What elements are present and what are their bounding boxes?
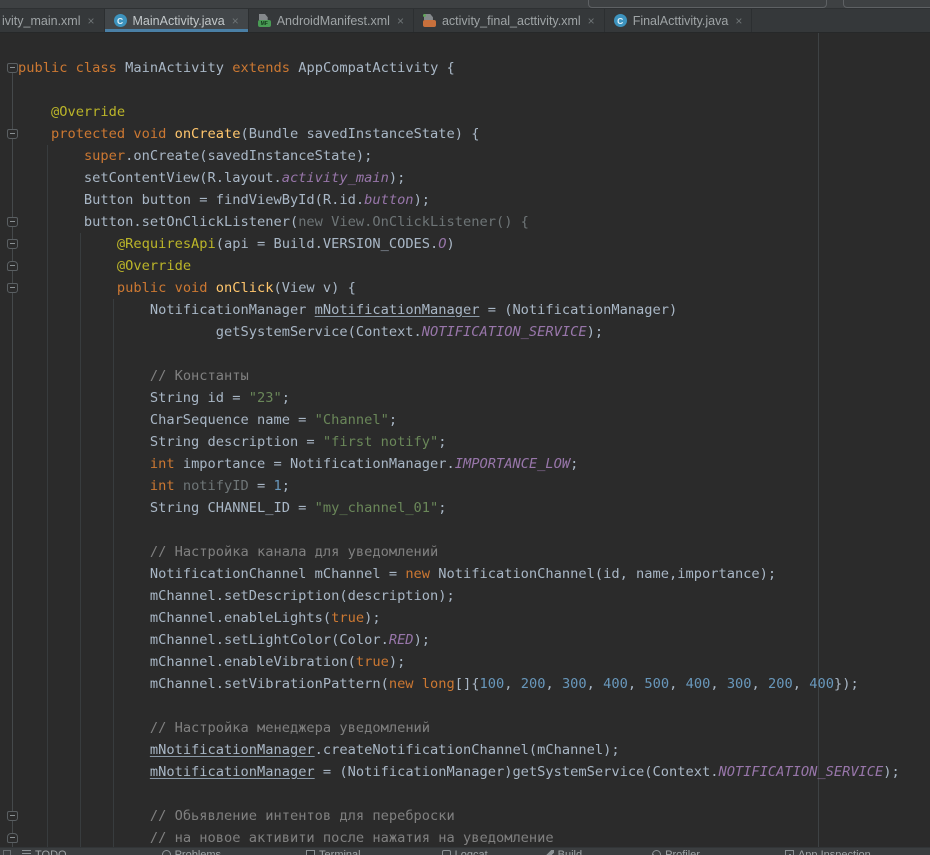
manifest-file-icon: MF xyxy=(258,14,271,27)
code-line[interactable]: @Override xyxy=(18,255,900,277)
fold-marker[interactable] xyxy=(7,63,18,73)
tab-activity-final-acttivity-xml[interactable]: activity_final_acttivity.xml × xyxy=(414,9,605,32)
code-line[interactable]: NotificationChannel mChannel = new Notif… xyxy=(18,563,900,585)
close-icon[interactable]: × xyxy=(735,15,742,27)
tool-window-label: Terminal xyxy=(319,849,361,855)
code-line[interactable] xyxy=(18,343,900,365)
code-line[interactable]: mChannel.enableLights(true); xyxy=(18,607,900,629)
code-line[interactable]: button.setOnClickListener(new View.OnCli… xyxy=(18,211,900,233)
tool-window-label: Logcat xyxy=(455,849,488,855)
close-icon[interactable]: × xyxy=(397,15,404,27)
code-line[interactable]: @RequiresApi(api = Build.VERSION_CODES.O… xyxy=(18,233,900,255)
tool-window-button-problems[interactable]: Problems xyxy=(162,848,221,855)
code-line[interactable]: Button button = findViewById(R.id.button… xyxy=(18,189,900,211)
close-icon[interactable]: × xyxy=(232,15,239,27)
tool-window-button-profiler[interactable]: Profiler xyxy=(652,848,700,855)
tool-window-label: Problems xyxy=(175,849,221,855)
code-line[interactable]: super.onCreate(savedInstanceState); xyxy=(18,145,900,167)
code-line[interactable]: setContentView(R.layout.activity_main); xyxy=(18,167,900,189)
tool-window-button-build[interactable]: Build xyxy=(545,848,582,855)
code-line[interactable]: protected void onCreate(Bundle savedInst… xyxy=(18,123,900,145)
tool-window-button-todo[interactable]: TODO xyxy=(22,848,67,855)
code-line[interactable]: mChannel.setDescription(description); xyxy=(18,585,900,607)
code-line[interactable]: mChannel.setVibrationPattern(new long[]{… xyxy=(18,673,900,695)
editor-tab-bar: ivity_main.xml × C MainActivity.java × MF Andr… xyxy=(0,9,930,33)
close-icon[interactable]: × xyxy=(588,15,595,27)
fold-marker[interactable] xyxy=(7,283,18,293)
terminal-icon xyxy=(306,850,315,855)
tab-label: ivity_main.xml xyxy=(2,14,81,28)
code-line[interactable]: // Настройка канала для уведомлений xyxy=(18,541,900,563)
code-line[interactable]: mNotificationManager = (NotificationMana… xyxy=(18,761,900,783)
todo-icon xyxy=(22,850,31,855)
java-class-icon: C xyxy=(614,14,627,27)
tab-ivity-main-xml[interactable]: ivity_main.xml × xyxy=(0,9,105,32)
close-icon[interactable]: × xyxy=(88,15,95,27)
code-line[interactable] xyxy=(18,519,900,541)
code-line[interactable]: // Константы xyxy=(18,365,900,387)
fold-marker[interactable] xyxy=(7,261,18,271)
tool-window-label: Build xyxy=(558,849,582,855)
code-editor[interactable]: public class MainActivity extends AppCom… xyxy=(0,33,930,847)
code-line[interactable]: // Обьявление интентов для переброски xyxy=(18,805,900,827)
code-line[interactable]: // Настройка менеджера уведомлений xyxy=(18,717,900,739)
logcat-icon xyxy=(442,850,451,855)
window-corner-icon[interactable] xyxy=(3,850,11,855)
tab-label: activity_final_acttivity.xml xyxy=(442,14,581,28)
file-badge xyxy=(423,20,436,27)
fold-marker[interactable] xyxy=(7,811,18,821)
code-line[interactable]: public class MainActivity extends AppCom… xyxy=(18,57,900,79)
main-toolbar-sliver xyxy=(0,0,930,9)
code-line[interactable]: mChannel.enableVibration(true); xyxy=(18,651,900,673)
tab-finalacttivity-java[interactable]: C FinalActtivity.java × xyxy=(605,9,753,32)
android-dot xyxy=(423,14,426,17)
run-configuration-widget[interactable] xyxy=(588,0,827,8)
layout-xml-file-icon xyxy=(423,14,436,27)
code-line[interactable] xyxy=(18,79,900,101)
code-line[interactable]: CharSequence name = "Channel"; xyxy=(18,409,900,431)
java-class-icon: C xyxy=(114,14,127,27)
fold-marker[interactable] xyxy=(7,217,18,227)
tool-window-label: App Inspection xyxy=(798,849,871,855)
tool-window-button-logcat[interactable]: Logcat xyxy=(442,848,488,855)
profiler-icon xyxy=(652,850,661,855)
code-line[interactable]: String id = "23"; xyxy=(18,387,900,409)
problems-icon xyxy=(162,850,171,855)
code-line[interactable]: getSystemService(Context.NOTIFICATION_SE… xyxy=(18,321,900,343)
tab-mainactivity-java[interactable]: C MainActivity.java × xyxy=(105,9,249,32)
code-line[interactable]: mChannel.setLightColor(Color.RED); xyxy=(18,629,900,651)
device-selector-widget[interactable] xyxy=(843,0,930,8)
code-text: public class MainActivity extends AppCom… xyxy=(0,33,900,847)
tab-label: MainActivity.java xyxy=(133,14,225,28)
file-badge: MF xyxy=(258,20,271,27)
code-line[interactable]: mNotificationManager.createNotificationC… xyxy=(18,739,900,761)
tool-window-label: TODO xyxy=(35,849,67,855)
code-line[interactable]: public void onClick(View v) { xyxy=(18,277,900,299)
code-line[interactable] xyxy=(18,695,900,717)
code-line[interactable]: NotificationManager mNotificationManager… xyxy=(18,299,900,321)
code-line[interactable]: @Override xyxy=(18,101,900,123)
tab-label: AndroidManifest.xml xyxy=(277,14,390,28)
tool-window-bar: TODO Problems Terminal Logcat Build Profiler A… xyxy=(0,847,930,855)
app-inspection-icon xyxy=(785,850,794,855)
tool-window-label: Profiler xyxy=(665,849,700,855)
code-line[interactable]: int notifyID = 1; xyxy=(18,475,900,497)
code-line[interactable]: String description = "first notify"; xyxy=(18,431,900,453)
fold-marker[interactable] xyxy=(7,239,18,249)
code-line[interactable] xyxy=(18,783,900,805)
tab-label: FinalActtivity.java xyxy=(633,14,729,28)
tool-window-button-app-inspection[interactable]: App Inspection xyxy=(785,848,871,855)
code-line[interactable]: String CHANNEL_ID = "my_channel_01"; xyxy=(18,497,900,519)
code-line[interactable]: // на новое активити после нажатия на ув… xyxy=(18,827,900,847)
build-icon xyxy=(545,850,554,855)
fold-marker[interactable] xyxy=(7,129,18,139)
fold-marker[interactable] xyxy=(7,833,18,843)
tab-androidmanifest-xml[interactable]: MF AndroidManifest.xml × xyxy=(249,9,414,32)
code-line[interactable]: int importance = NotificationManager.IMP… xyxy=(18,453,900,475)
tool-window-button-terminal[interactable]: Terminal xyxy=(306,848,361,855)
